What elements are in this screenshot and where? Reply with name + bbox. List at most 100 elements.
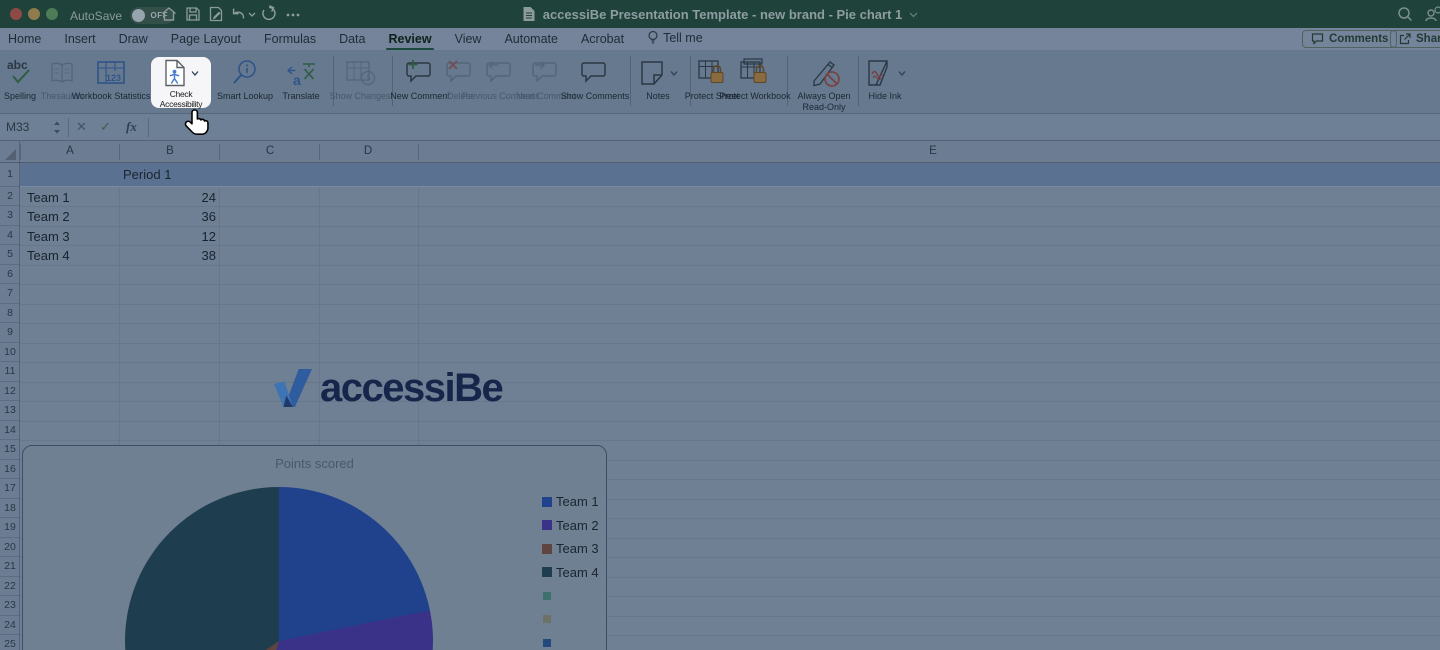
row-header-2[interactable]: 2: [0, 187, 20, 206]
hide-ink-icon: [845, 56, 925, 90]
row-header-22[interactable]: 22: [0, 577, 20, 596]
tab-home[interactable]: Home: [8, 32, 41, 46]
ribbon-button-workbook-statistics[interactable]: 123 Workbook Statistics: [71, 56, 151, 102]
ribbon-button-label: Hide Ink: [868, 91, 902, 101]
row-header-11[interactable]: 11: [0, 362, 20, 382]
share-button[interactable]: Share: [1390, 30, 1440, 48]
comments-button[interactable]: Comments: [1302, 30, 1398, 48]
row-header-9[interactable]: 9: [0, 323, 20, 343]
name-box[interactable]: M33: [6, 120, 29, 134]
window-title-group: accessiBe Presentation Template - new br…: [0, 0, 1440, 28]
cancel-entry-icon[interactable]: ✕: [76, 119, 87, 135]
pie-chart-object[interactable]: Points scored Team 1 Team 2 Team 3 Team 4: [22, 445, 607, 650]
cell-a2[interactable]: Team 1: [27, 190, 70, 205]
row-header-21[interactable]: 21: [0, 557, 20, 577]
row-header-19[interactable]: 19: [0, 518, 20, 538]
legend-swatch: [542, 567, 552, 578]
accessibe-logo-text: accessiBe: [320, 366, 504, 410]
row-header-5[interactable]: 5: [0, 245, 20, 265]
insert-function-icon[interactable]: fx: [126, 119, 137, 135]
column-header-d[interactable]: D: [364, 145, 372, 157]
cell-b2[interactable]: 24: [119, 190, 216, 205]
row-header-7[interactable]: 7: [0, 284, 20, 304]
tab-tell-me[interactable]: Tell me: [647, 30, 703, 48]
column-header-b[interactable]: B: [166, 145, 174, 157]
formula-input[interactable]: [152, 114, 1440, 140]
gridline: [20, 362, 1440, 363]
row-header-25[interactable]: 25: [0, 635, 20, 650]
name-box-stepper[interactable]: [52, 120, 62, 135]
accessibe-logomark-icon: [274, 368, 312, 407]
cell-b5[interactable]: 38: [119, 248, 216, 263]
spreadsheet-grid[interactable]: 1 2 3 4 5 6 7 8 9 10 11 12 13 14 15 16 17 18 19 20 21 22 23 24 2…: [0, 163, 1440, 650]
tab-page-layout[interactable]: Page Layout: [171, 32, 241, 46]
row-header-10[interactable]: 10: [0, 343, 20, 362]
cell-a3[interactable]: Team 2: [27, 209, 70, 224]
row-header-15[interactable]: 15: [0, 440, 20, 460]
formula-bar-divider: [148, 118, 149, 137]
legend-swatch: [543, 591, 551, 600]
gridline: [20, 225, 1440, 227]
legend-item-team-4: Team 4: [542, 561, 599, 585]
select-all-corner[interactable]: [0, 141, 20, 163]
gridline: [20, 264, 1440, 266]
row-header-13[interactable]: 13: [0, 401, 20, 421]
confirm-entry-icon[interactable]: ✓: [100, 119, 111, 135]
ribbon-button-check-accessibility[interactable]: Check Accessibility: [151, 57, 211, 109]
ribbon-button-protect-workbook[interactable]: Protect Workbook: [715, 56, 795, 102]
column-header-a[interactable]: A: [66, 145, 74, 157]
tab-draw[interactable]: Draw: [119, 32, 148, 46]
check-accessibility-icon: [151, 58, 211, 88]
row-header-14[interactable]: 14: [0, 421, 20, 440]
row-header-3[interactable]: 3: [0, 206, 20, 226]
tab-automate[interactable]: Automate: [504, 32, 558, 46]
title-chevron-icon[interactable]: [909, 10, 918, 19]
ribbon-button-hide-ink[interactable]: Hide Ink: [845, 56, 925, 102]
row-header-17[interactable]: 17: [0, 479, 20, 499]
lightbulb-icon: [647, 30, 659, 48]
tab-acrobat[interactable]: Acrobat: [581, 32, 624, 46]
row-header-16[interactable]: 16: [0, 460, 20, 479]
row-header-6[interactable]: 6: [0, 265, 20, 284]
row-header-24[interactable]: 24: [0, 616, 20, 635]
column-header-e[interactable]: E: [929, 145, 937, 157]
row-header-1[interactable]: 1: [0, 163, 20, 187]
comment-bubble-icon: [1311, 33, 1324, 45]
tab-data[interactable]: Data: [339, 32, 365, 46]
cell-a4[interactable]: Team 3: [27, 229, 70, 244]
gridline: [20, 245, 1440, 246]
column-divider: [20, 144, 21, 160]
gridline: [20, 284, 1440, 285]
ribbon-tab-row: Home Insert Draw Page Layout Formulas Data Rev…: [0, 28, 1440, 50]
row-header-20[interactable]: 20: [0, 538, 20, 557]
row-header-23[interactable]: 23: [0, 596, 20, 616]
row-header-8[interactable]: 8: [0, 304, 20, 323]
legend-label: Team 2: [556, 517, 599, 533]
header-row-highlight[interactable]: Period 1: [20, 163, 1440, 187]
row-header-4[interactable]: 4: [0, 226, 20, 245]
column-divider: [418, 144, 419, 160]
column-header-row: A B C D E: [0, 141, 1440, 163]
tab-view[interactable]: View: [455, 32, 482, 46]
tab-formulas[interactable]: Formulas: [264, 32, 316, 46]
cell-b3[interactable]: 36: [119, 209, 216, 224]
column-header-c[interactable]: C: [266, 145, 274, 157]
ribbon-tabs: Home Insert Draw Page Layout Formulas Data Rev…: [8, 28, 703, 50]
tab-review[interactable]: Review: [386, 32, 434, 50]
pie-graphic: [125, 487, 433, 650]
cell-a5[interactable]: Team 4: [27, 248, 70, 263]
cell-b4[interactable]: 12: [119, 229, 216, 244]
accessibe-logo[interactable]: accessiBe: [274, 366, 504, 410]
gridline: [20, 381, 1440, 383]
row-header-12[interactable]: 12: [0, 382, 20, 401]
ribbon-button-label: Workbook Statistics: [71, 91, 151, 101]
legend-item-team-1: Team 1: [542, 490, 599, 514]
tab-insert[interactable]: Insert: [64, 32, 95, 46]
share-icon: [1399, 33, 1411, 45]
formula-bar: M33 ✕ ✓ fx: [0, 114, 1440, 141]
column-divider: [119, 144, 120, 160]
search-icon[interactable]: [1396, 5, 1414, 23]
row-header-18[interactable]: 18: [0, 499, 20, 518]
people-presence-icon[interactable]: [1424, 5, 1440, 23]
cell-b1[interactable]: Period 1: [123, 167, 171, 182]
